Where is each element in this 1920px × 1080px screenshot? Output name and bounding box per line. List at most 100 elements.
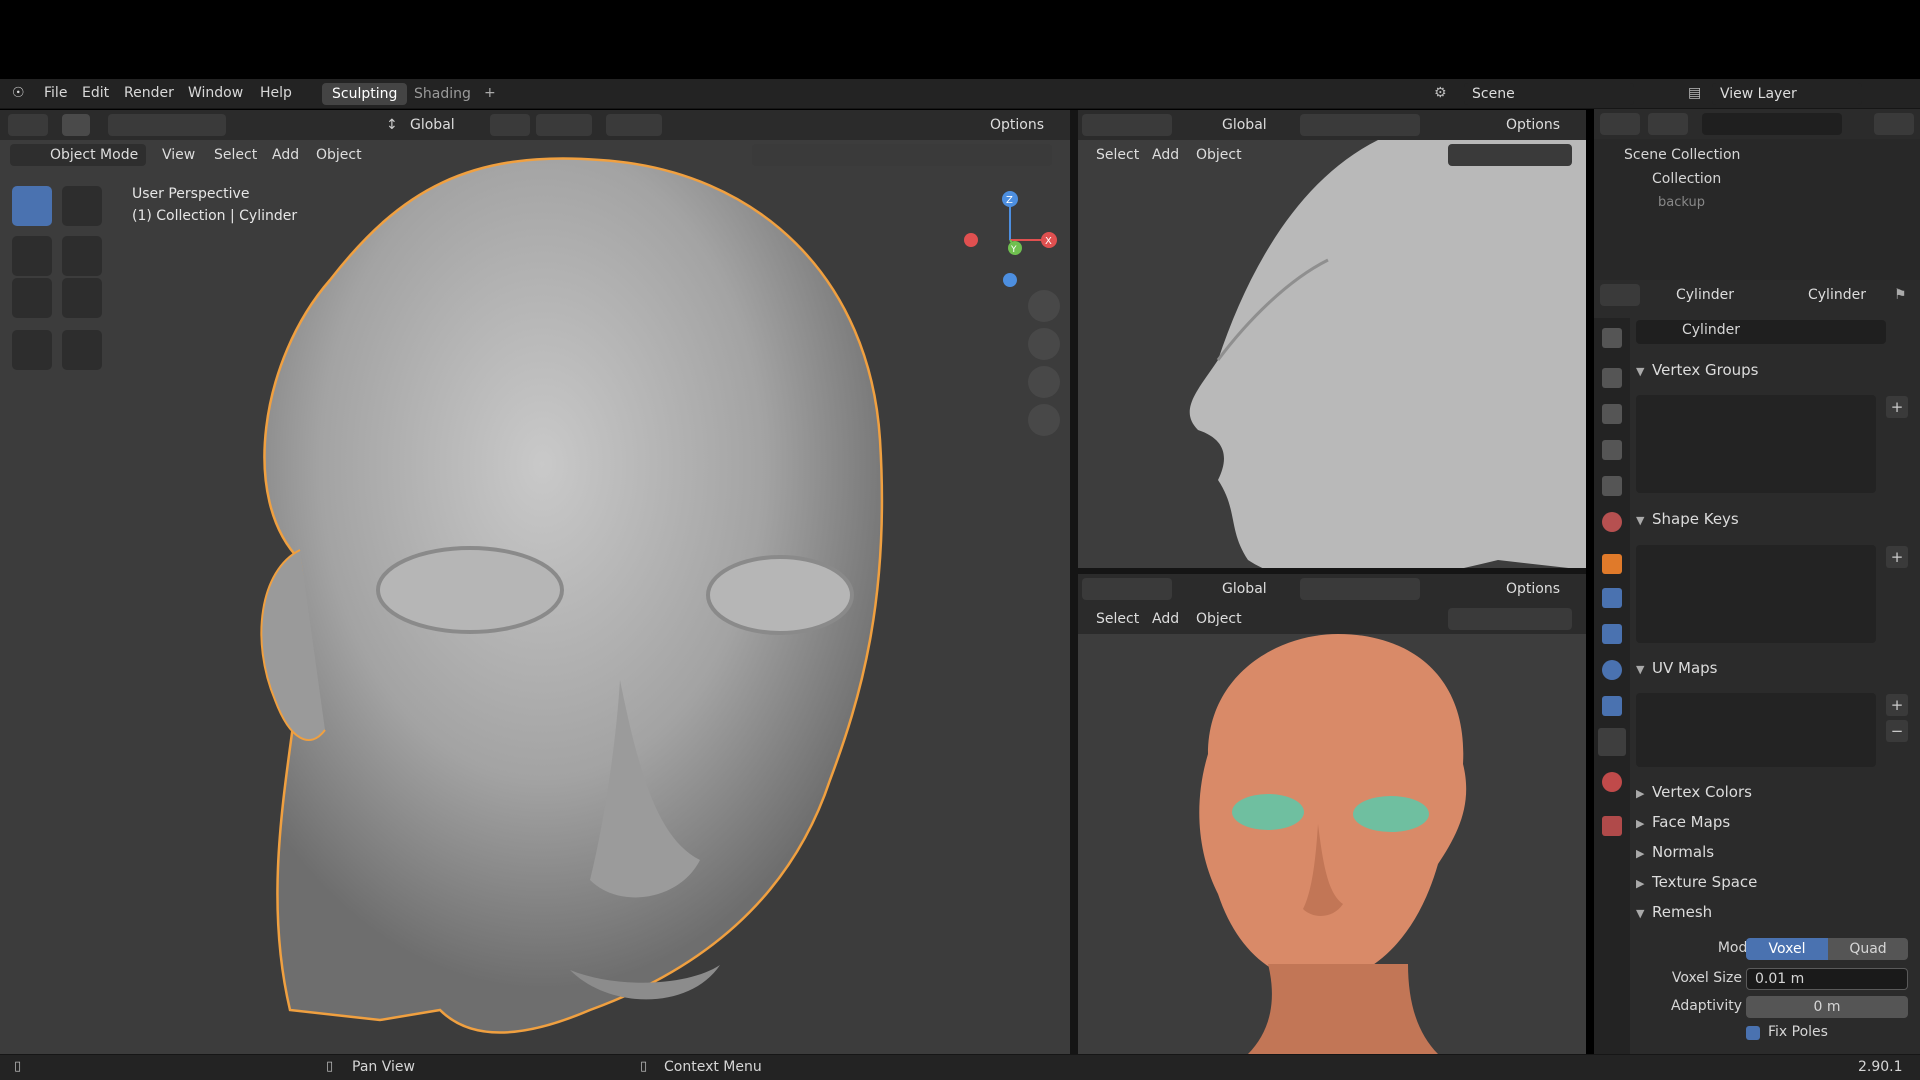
pivot-button[interactable]	[490, 114, 530, 136]
output-tab-icon[interactable]	[1602, 404, 1622, 424]
side-snap-buttons[interactable]	[1300, 114, 1420, 136]
menu-add[interactable]: Add	[272, 144, 299, 166]
selection-mode-buttons[interactable]	[108, 114, 226, 136]
grid-icon[interactable]	[1028, 404, 1060, 436]
options-dropdown[interactable]: Options	[990, 114, 1044, 136]
material-shading-buttons[interactable]	[1448, 608, 1572, 630]
world-tab-icon[interactable]	[1602, 512, 1622, 532]
scene-tab-icon[interactable]	[1602, 476, 1622, 496]
view-layer-field[interactable]: View Layer	[1712, 83, 1862, 105]
side-menu-object[interactable]: Object	[1196, 144, 1242, 166]
menu-render[interactable]: Render	[124, 85, 174, 101]
fix-poles-checkbox[interactable]	[1746, 1026, 1760, 1040]
view-layer-icon[interactable]: ▤	[1688, 85, 1701, 101]
side-orientation-dropdown[interactable]: Global	[1222, 114, 1267, 136]
panel-uv-maps[interactable]: ▼ UV Maps	[1636, 655, 1920, 681]
transform-tool[interactable]	[62, 278, 102, 318]
panel-vertex-groups[interactable]: ▼ Vertex Groups	[1636, 357, 1920, 383]
viewport-shading-buttons[interactable]	[752, 144, 1052, 166]
menu-file[interactable]: File	[44, 85, 67, 101]
side-viewport[interactable]: Select Add Object	[1078, 140, 1586, 568]
annotate-tool[interactable]	[12, 330, 52, 370]
remesh-voxel-button[interactable]: Voxel	[1746, 938, 1828, 960]
rotate-tool[interactable]	[62, 236, 102, 276]
snap-button[interactable]	[536, 114, 592, 136]
side-shading-buttons[interactable]	[1448, 144, 1572, 166]
outliner-filter-icon[interactable]	[1874, 113, 1914, 135]
proportional-edit-button[interactable]	[606, 114, 662, 136]
properties-editor-type[interactable]	[1600, 284, 1640, 306]
side-menu-add[interactable]: Add	[1152, 144, 1179, 166]
panel-shape-keys[interactable]: ▼ Shape Keys	[1636, 506, 1920, 532]
panel-vertex-colors[interactable]: ▶ Vertex Colors	[1636, 779, 1920, 805]
cursor-tool[interactable]	[62, 186, 102, 226]
scene-field[interactable]: Scene	[1464, 83, 1634, 105]
mesh-data-tab-icon[interactable]	[1598, 728, 1626, 756]
material-snap-buttons[interactable]	[1300, 578, 1420, 600]
material-options-dropdown[interactable]: Options	[1506, 578, 1560, 600]
panel-texture-space[interactable]: ▶ Texture Space	[1636, 869, 1920, 895]
uv-maps-list[interactable]	[1636, 693, 1876, 767]
menu-window[interactable]: Window	[188, 85, 243, 101]
view-layer-tab-icon[interactable]	[1602, 440, 1622, 460]
scale-tool[interactable]	[12, 278, 52, 318]
scene-icon[interactable]: ⚙	[1434, 85, 1447, 101]
uv-map-add-button[interactable]: +	[1886, 694, 1908, 716]
measure-tool[interactable]	[62, 330, 102, 370]
mesh-name-field[interactable]: Cylinder	[1636, 320, 1886, 344]
material-menu-add[interactable]: Add	[1152, 608, 1179, 630]
select-box-tool[interactable]	[12, 186, 52, 226]
tool-tab-icon[interactable]	[1602, 328, 1622, 348]
vertex-groups-list[interactable]	[1636, 395, 1876, 493]
panel-remesh[interactable]: ▼ Remesh	[1636, 899, 1920, 925]
menu-view[interactable]: View	[162, 144, 195, 166]
main-viewport[interactable]: User Perspective (1) Collection | Cylind…	[0, 140, 1070, 1054]
vertex-group-add-button[interactable]: +	[1886, 396, 1908, 418]
particles-tab-icon[interactable]	[1602, 624, 1622, 644]
menu-select[interactable]: Select	[214, 144, 257, 166]
adaptivity-input[interactable]: 0 m	[1746, 996, 1908, 1018]
camera-icon[interactable]	[1028, 366, 1060, 398]
editor-type-button[interactable]	[8, 114, 48, 136]
modifier-tab-icon[interactable]	[1602, 588, 1622, 608]
navigation-gizmo[interactable]: Z X Y	[955, 185, 1065, 295]
select-tool-button[interactable]	[62, 114, 90, 136]
orientation-dropdown[interactable]: Global	[410, 114, 455, 136]
material-menu-select[interactable]: Select	[1096, 608, 1139, 630]
add-workspace-button[interactable]: +	[484, 85, 496, 101]
shape-keys-list[interactable]	[1636, 545, 1876, 643]
blender-logo-icon[interactable]: ☉	[12, 85, 25, 101]
outliner-backup[interactable]: backup	[1658, 195, 1705, 210]
remesh-quad-button[interactable]: Quad	[1828, 938, 1908, 960]
side-options-dropdown[interactable]: Options	[1506, 114, 1560, 136]
outliner-scene-collection[interactable]: Scene Collection	[1624, 147, 1740, 163]
material-menu-object[interactable]: Object	[1196, 608, 1242, 630]
uv-map-remove-button[interactable]: −	[1886, 720, 1908, 742]
pin-icon[interactable]: ⚑	[1894, 284, 1907, 306]
voxel-size-input[interactable]: 0.01 m	[1746, 968, 1908, 990]
menu-object[interactable]: Object	[316, 144, 362, 166]
area-divider[interactable]	[1070, 110, 1078, 1054]
side-selection-mode-buttons[interactable]	[1082, 114, 1172, 136]
pan-hand-icon[interactable]	[1028, 328, 1060, 360]
move-tool[interactable]	[12, 236, 52, 276]
object-tab-icon[interactable]	[1602, 554, 1622, 574]
material-orientation-dropdown[interactable]: Global	[1222, 578, 1267, 600]
outliner-editor-type[interactable]	[1600, 113, 1640, 135]
constraints-tab-icon[interactable]	[1602, 696, 1622, 716]
menu-edit[interactable]: Edit	[82, 85, 109, 101]
panel-normals[interactable]: ▶ Normals	[1636, 839, 1920, 865]
texture-tab-icon[interactable]	[1602, 816, 1622, 836]
material-tab-icon[interactable]	[1602, 772, 1622, 792]
tab-shading[interactable]: Shading	[404, 83, 481, 105]
material-viewport[interactable]	[1078, 634, 1586, 1054]
menu-help[interactable]: Help	[260, 85, 292, 101]
outliner-display-mode[interactable]	[1648, 113, 1688, 135]
panel-face-maps[interactable]: ▶ Face Maps	[1636, 809, 1920, 835]
render-tab-icon[interactable]	[1602, 368, 1622, 388]
outliner-search-input[interactable]	[1702, 113, 1842, 135]
side-menu-select[interactable]: Select	[1096, 144, 1139, 166]
tab-sculpting[interactable]: Sculpting	[322, 83, 408, 105]
outliner-collection[interactable]: Collection	[1652, 171, 1721, 187]
material-selection-mode-buttons[interactable]	[1082, 578, 1172, 600]
